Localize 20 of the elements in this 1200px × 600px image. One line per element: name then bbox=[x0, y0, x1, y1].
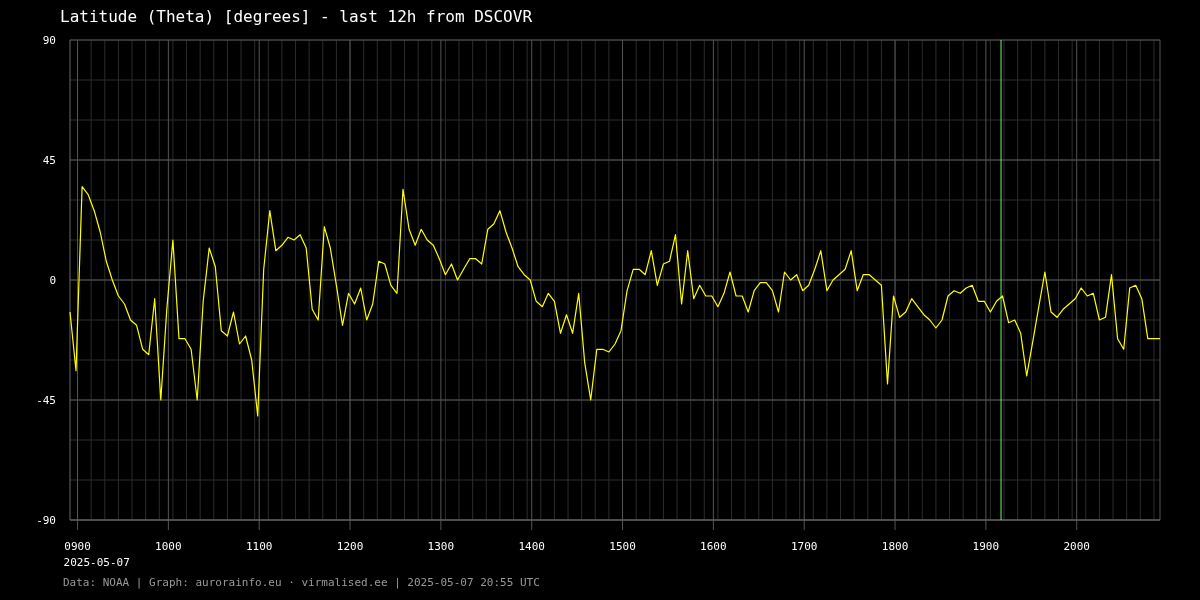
x-tick-label: 1000 bbox=[155, 540, 182, 553]
x-tick-label: 1200 bbox=[336, 540, 364, 553]
y-tick-label: -90 bbox=[36, 514, 56, 527]
x-tick-label: 1900 bbox=[972, 540, 1000, 553]
date-label: 2025-05-07 bbox=[63, 556, 130, 569]
x-tick-label: 1400 bbox=[518, 540, 545, 553]
x-tick-label: 1300 bbox=[427, 540, 455, 553]
y-tick-label: -45 bbox=[36, 394, 56, 407]
chart-title: Latitude (Theta) [degrees] - last 12h from DSCOVR bbox=[59, 6, 533, 28]
y-tick-label: 0 bbox=[49, 274, 56, 287]
footer-credits: Data: NOAA | Graph: aurorainfo.eu · virmalised.ee | 2025-05-07 20:55 UTC bbox=[62, 575, 541, 590]
y-tick-label: 45 bbox=[42, 154, 56, 167]
x-tick-label: 1500 bbox=[609, 540, 636, 553]
x-tick-label: 1700 bbox=[790, 540, 818, 553]
x-tick-label: 0900 bbox=[64, 540, 91, 553]
x-tick-label: 1800 bbox=[881, 540, 909, 553]
x-tick-label: 2000 bbox=[1063, 540, 1090, 553]
x-tick-label: 1600 bbox=[700, 540, 727, 553]
x-tick-label: 1100 bbox=[245, 540, 273, 553]
y-tick-label: 90 bbox=[42, 34, 56, 47]
